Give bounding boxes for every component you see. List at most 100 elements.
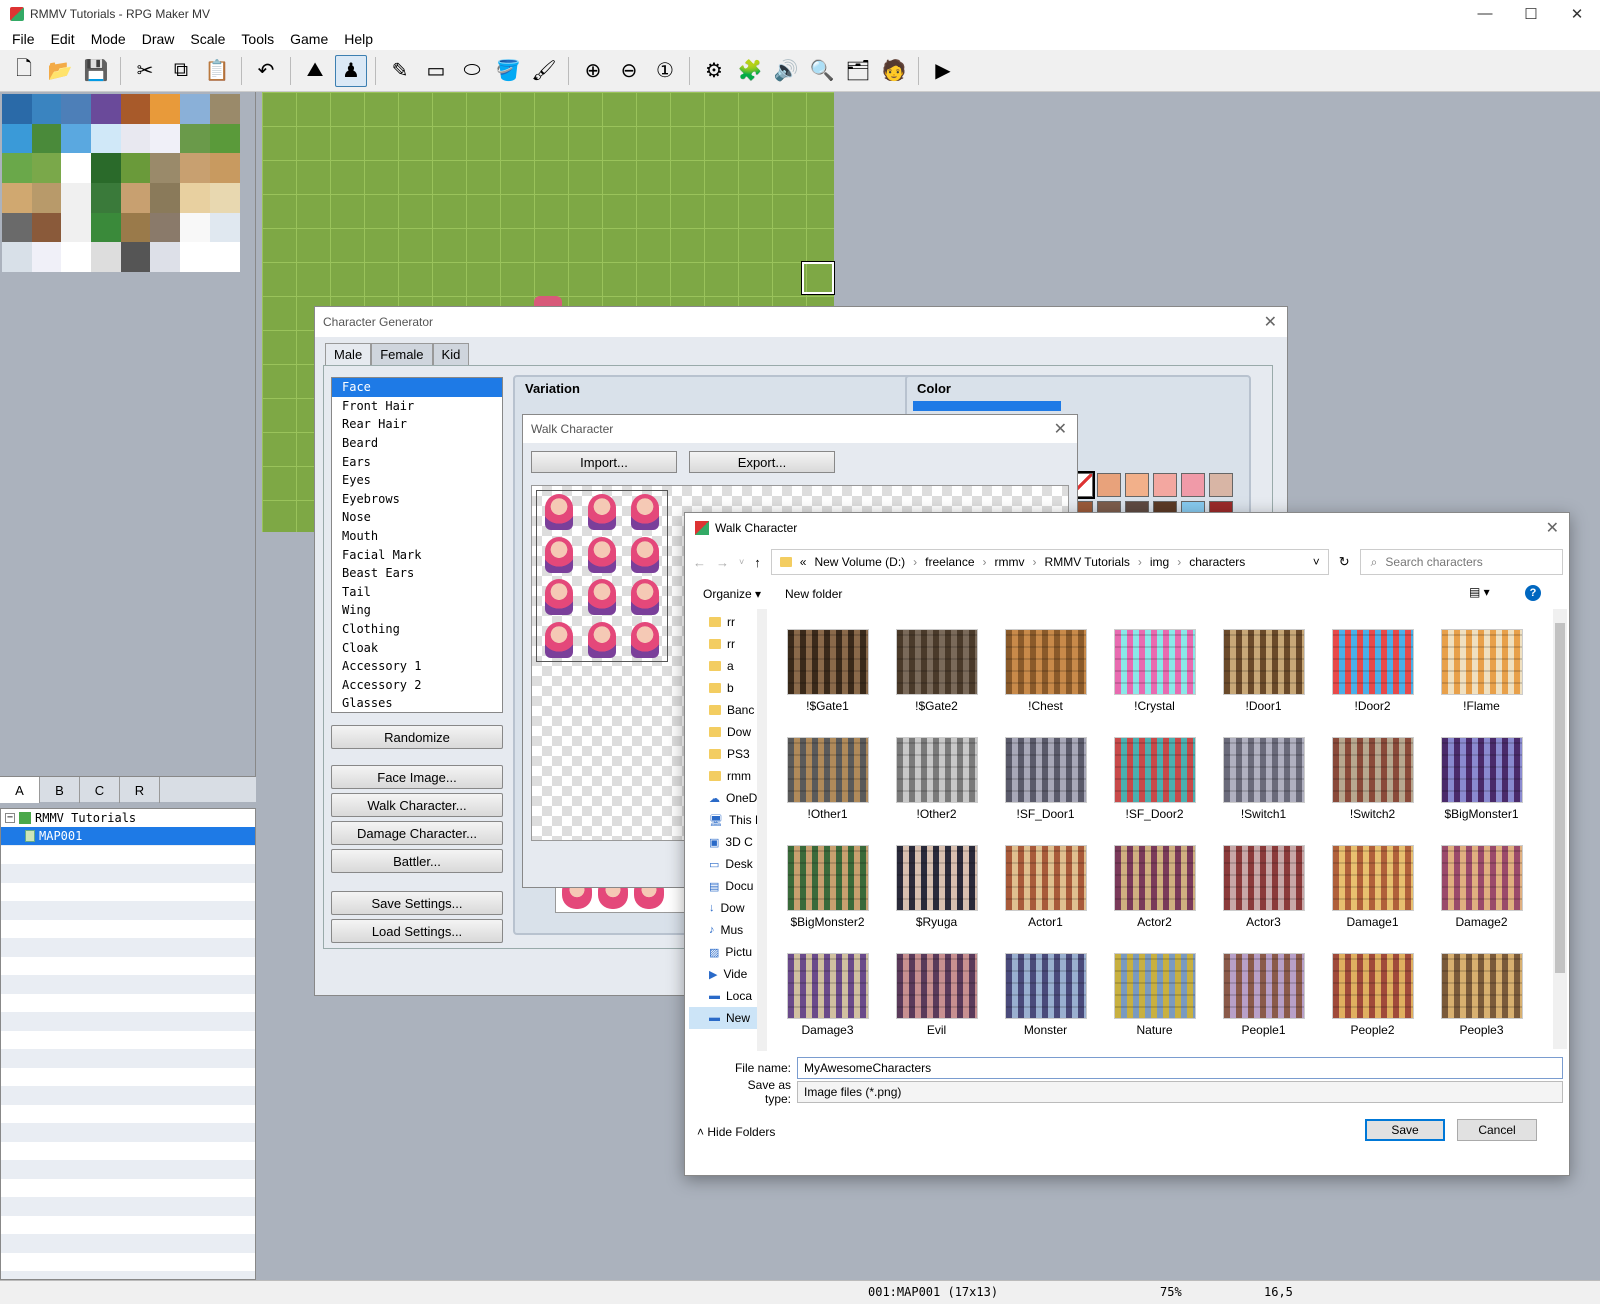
tab-a[interactable]: A (0, 777, 40, 803)
parts-list[interactable]: Face Front Hair Rear Hair Beard Ears Eyes Eyeb… (331, 377, 503, 713)
part-item[interactable]: Eyes (332, 471, 502, 490)
plugin-manager-icon[interactable]: 🧩 (734, 55, 766, 87)
part-item[interactable]: Ears (332, 452, 502, 471)
playtest-icon[interactable]: ▶ (927, 55, 959, 87)
tab-c[interactable]: C (80, 777, 120, 803)
export-button[interactable]: Export... (689, 451, 835, 473)
nav-item[interactable]: rmm (689, 765, 757, 787)
file-item[interactable]: Monster (991, 933, 1100, 1041)
file-item[interactable]: !$Gate1 (773, 609, 882, 717)
part-item[interactable]: Accessory 2 (332, 676, 502, 695)
file-item[interactable]: Damage3 (773, 933, 882, 1041)
maximize-button[interactable]: ☐ (1508, 5, 1554, 23)
tileset-tile[interactable] (2, 183, 32, 213)
ellipse-icon[interactable]: ⬭ (456, 55, 488, 87)
walk-character-button[interactable]: Walk Character... (331, 793, 503, 817)
nav-item[interactable]: ☁ OneD (689, 787, 757, 809)
shadow-pen-icon[interactable]: 🖌 (528, 55, 560, 87)
nav-item[interactable]: Dow (689, 721, 757, 743)
tileset-tile[interactable] (180, 123, 210, 154)
save-button[interactable]: Save (1365, 1119, 1445, 1141)
file-item[interactable]: Evil (882, 933, 991, 1041)
nav-item[interactable]: b (689, 677, 757, 699)
menu-game[interactable]: Game (282, 31, 336, 47)
tileset-tile[interactable] (180, 242, 210, 273)
menu-edit[interactable]: Edit (43, 31, 83, 47)
file-item[interactable]: !Switch2 (1318, 717, 1427, 825)
file-item[interactable]: Damage2 (1427, 825, 1536, 933)
event-mode-icon[interactable]: ♟ (335, 54, 367, 87)
tileset-tile[interactable] (120, 153, 151, 184)
nav-item[interactable]: ▣ 3D C (689, 831, 757, 853)
file-item[interactable]: $BigMonster1 (1427, 717, 1536, 825)
file-item[interactable]: Actor3 (1209, 825, 1318, 933)
tileset-tile[interactable] (61, 94, 92, 124)
hide-folders-toggle[interactable]: ˄ Hide Folders (697, 1125, 775, 1139)
file-item[interactable]: !Other2 (882, 717, 991, 825)
tileset-tile[interactable] (2, 212, 32, 243)
tileset-tile[interactable] (61, 212, 92, 243)
recent-dropdown-icon[interactable]: ˅ (739, 557, 744, 567)
tileset-tile[interactable] (209, 123, 240, 154)
tileset-tile[interactable] (31, 242, 62, 273)
randomize-button[interactable]: Randomize (331, 725, 503, 749)
file-item[interactable]: !SF_Door2 (1100, 717, 1209, 825)
nav-item[interactable]: ▬ Loca (689, 985, 757, 1007)
file-item[interactable]: People3 (1427, 933, 1536, 1041)
file-item[interactable]: $Ryuga (882, 825, 991, 933)
part-item[interactable]: Cloak (332, 638, 502, 657)
tileset-tile[interactable] (209, 212, 240, 243)
file-item[interactable]: !Crystal (1100, 609, 1209, 717)
tileset-tile[interactable] (61, 183, 92, 213)
part-item[interactable]: Beast Ears (332, 564, 502, 583)
tileset-tile[interactable] (180, 183, 210, 213)
path-segment[interactable]: RMMV Tutorials (1045, 555, 1130, 569)
save-settings-button[interactable]: Save Settings... (331, 891, 503, 915)
tileset-tile[interactable] (120, 212, 151, 243)
file-item[interactable]: !Chest (991, 609, 1100, 717)
tileset-tile[interactable] (209, 153, 240, 184)
color-swatch[interactable] (1097, 473, 1121, 497)
tileset-tile[interactable] (61, 153, 92, 184)
menu-scale[interactable]: Scale (182, 31, 233, 47)
tileset-tile[interactable] (150, 183, 181, 213)
address-bar[interactable]: « New Volume (D:) › freelance › rmmv › RMMV Tut… (770, 549, 1329, 575)
file-item[interactable]: !Switch1 (1209, 717, 1318, 825)
refresh-icon[interactable]: ↻ (1339, 554, 1350, 570)
nav-item[interactable]: ▭ Desk (689, 853, 757, 875)
menu-tools[interactable]: Tools (233, 31, 282, 47)
nav-item[interactable]: ▶ Vide (689, 963, 757, 985)
tileset-tile[interactable] (31, 123, 62, 154)
file-name-input[interactable]: MyAwesomeCharacters (797, 1057, 1563, 1079)
new-project-icon[interactable]: 🗋 (8, 55, 40, 87)
nav-item[interactable]: Banc (689, 699, 757, 721)
close-button[interactable]: ✕ (1554, 5, 1600, 23)
event-sprite[interactable] (534, 296, 562, 306)
color-swatch[interactable] (1181, 473, 1205, 497)
up-icon[interactable]: ↑ (754, 555, 761, 570)
color-swatch[interactable] (1153, 473, 1177, 497)
tileset-tile[interactable] (180, 212, 210, 243)
nav-item[interactable]: rr (689, 633, 757, 655)
load-settings-button[interactable]: Load Settings... (331, 919, 503, 943)
face-image-button[interactable]: Face Image... (331, 765, 503, 789)
file-item[interactable]: !Flame (1427, 609, 1536, 717)
cut-icon[interactable]: ✂ (129, 55, 161, 87)
character-generator-icon[interactable]: 🧑 (878, 55, 910, 87)
zoom-in-icon[interactable]: ⊕ (577, 55, 609, 87)
tileset-tile[interactable] (150, 94, 181, 124)
resource-manager-icon[interactable]: 🗂 (842, 55, 874, 87)
part-item[interactable]: Beard (332, 434, 502, 453)
copy-icon[interactable]: ⧉ (165, 55, 197, 87)
tileset-tile[interactable] (150, 123, 181, 154)
path-segment[interactable]: img (1150, 555, 1169, 569)
part-item[interactable]: Face (332, 378, 502, 397)
database-icon[interactable]: ⚙ (698, 55, 730, 87)
sound-test-icon[interactable]: 🔊 (770, 55, 802, 87)
tileset-tile[interactable] (2, 94, 32, 124)
tileset-tile[interactable] (31, 212, 62, 243)
paste-icon[interactable]: 📋 (201, 55, 233, 87)
tileset-tile[interactable] (91, 94, 121, 124)
help-icon[interactable]: ? (1525, 585, 1541, 601)
tileset-tile[interactable] (209, 242, 240, 273)
